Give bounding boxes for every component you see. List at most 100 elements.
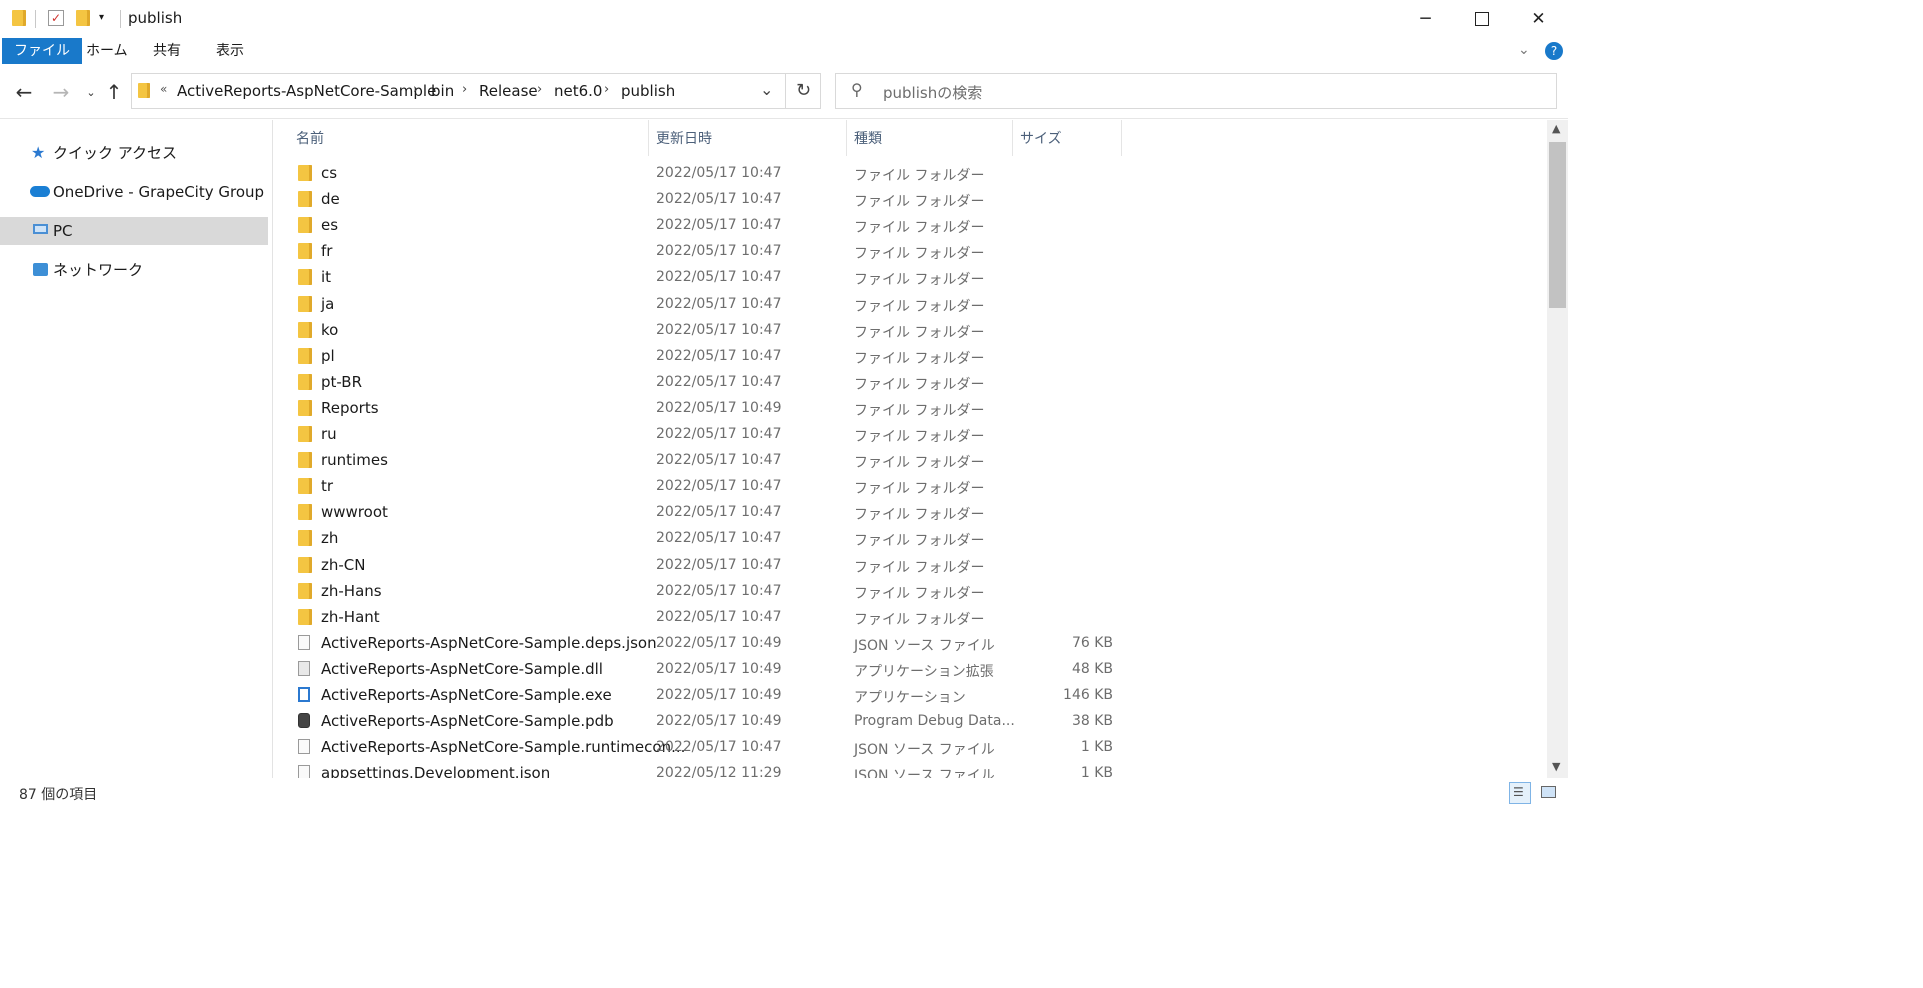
file-date: 2022/05/17 10:47 — [656, 295, 782, 312]
breadcrumb-separator-icon[interactable]: › — [537, 82, 542, 97]
breadcrumb-separator-icon[interactable]: › — [413, 82, 418, 97]
folder-row[interactable]: Reports 2022/05/17 10:49 ファイル フォルダー — [273, 396, 1548, 422]
minimize-button[interactable]: ─ — [1397, 0, 1454, 38]
navigation-bar: ← → ⌄ ↑ « ActiveReports-AspNetCore-Sampl… — [0, 68, 1568, 119]
column-divider[interactable] — [648, 120, 649, 156]
address-bar[interactable]: « ActiveReports-AspNetCore-Sample › bin … — [131, 73, 821, 109]
folder-row[interactable]: ko 2022/05/17 10:47 ファイル フォルダー — [273, 318, 1548, 344]
sidebar-item-network[interactable]: ネットワーク — [0, 256, 268, 284]
help-icon[interactable]: ? — [1545, 42, 1563, 60]
address-dropdown-chevron-icon[interactable]: ⌄ — [760, 80, 773, 99]
breadcrumb-item[interactable]: Release — [479, 82, 538, 100]
scroll-down-arrow-icon[interactable]: ▼ — [1552, 760, 1560, 773]
file-type: ファイル フォルダー — [854, 324, 985, 341]
breadcrumb-overflow[interactable]: « — [160, 82, 167, 96]
folder-row[interactable]: cs 2022/05/17 10:47 ファイル フォルダー — [273, 161, 1548, 187]
tab-share[interactable]: 共有 — [141, 38, 193, 64]
folder-row[interactable]: de 2022/05/17 10:47 ファイル フォルダー — [273, 187, 1548, 213]
file-date: 2022/05/12 11:29 — [656, 765, 782, 778]
folder-row[interactable]: runtimes 2022/05/17 10:47 ファイル フォルダー — [273, 448, 1548, 474]
close-button[interactable]: ✕ — [1510, 0, 1567, 38]
folder-icon — [298, 556, 312, 573]
properties-icon[interactable]: ✓ — [48, 10, 64, 26]
file-row[interactable]: ActiveReports-AspNetCore-Sample.deps.jso… — [273, 631, 1548, 657]
file-name: zh-CN — [321, 555, 366, 574]
folder-row[interactable]: it 2022/05/17 10:47 ファイル フォルダー — [273, 265, 1548, 291]
folder-row[interactable]: zh-CN 2022/05/17 10:47 ファイル フォルダー — [273, 553, 1548, 579]
folder-row[interactable]: fr 2022/05/17 10:47 ファイル フォルダー — [273, 239, 1548, 265]
file-type: ファイル フォルダー — [854, 220, 985, 237]
tab-file[interactable]: ファイル — [2, 38, 82, 64]
column-header-date[interactable]: 更新日時 — [656, 128, 712, 148]
file-row[interactable]: ActiveReports-AspNetCore-Sample.exe 2022/… — [273, 683, 1548, 709]
customize-toolbar-chevron-icon[interactable]: ▾ — [99, 10, 115, 26]
chevron-down-icon: ⌄ — [86, 85, 96, 99]
column-divider[interactable] — [1012, 120, 1013, 156]
breadcrumb-item[interactable]: ActiveReports-AspNetCore-Sample — [177, 82, 436, 100]
file-date: 2022/05/17 10:47 — [656, 217, 782, 234]
breadcrumb-item[interactable]: bin — [431, 82, 454, 100]
file-type: ファイル フォルダー — [854, 507, 985, 524]
sidebar-item-quick-access[interactable]: ★ クイック アクセス — [0, 139, 268, 167]
file-row[interactable]: ActiveReports-AspNetCore-Sample.dll 2022/… — [273, 657, 1548, 683]
large-icons-view-button[interactable] — [1538, 782, 1560, 804]
navigation-pane: ★ クイック アクセス OneDrive - GrapeCity Group P… — [0, 120, 271, 778]
file-size: 1 KB — [1080, 739, 1113, 756]
column-divider[interactable] — [1121, 120, 1122, 156]
breadcrumb-item-current[interactable]: publish — [621, 82, 675, 100]
file-row[interactable]: appsettings.Development.json 2022/05/12 1… — [273, 761, 1548, 778]
scrollbar-thumb[interactable] — [1549, 142, 1566, 308]
maximize-button[interactable] — [1453, 0, 1510, 38]
file-row[interactable]: ActiveReports-AspNetCore-Sample.runtimec… — [273, 735, 1548, 761]
file-name: wwwroot — [321, 503, 388, 522]
folder-row[interactable]: es 2022/05/17 10:47 ファイル フォルダー — [273, 213, 1548, 239]
expand-ribbon-chevron-icon[interactable]: ⌄ — [1518, 42, 1530, 58]
file-name: ActiveReports-AspNetCore-Sample.pdb — [321, 712, 614, 731]
file-name: tr — [321, 477, 334, 496]
back-button[interactable]: ← — [13, 80, 35, 104]
forward-button[interactable]: → — [50, 80, 72, 104]
scroll-up-arrow-icon[interactable]: ▲ — [1552, 122, 1560, 135]
file-name: de — [321, 190, 340, 209]
recent-locations-button[interactable]: ⌄ — [80, 80, 102, 104]
column-divider[interactable] — [846, 120, 847, 156]
divider — [35, 10, 36, 28]
folder-row[interactable]: zh-Hant 2022/05/17 10:47 ファイル フォルダー — [273, 605, 1548, 631]
breadcrumb-item[interactable]: net6.0 — [554, 82, 602, 100]
file-row[interactable]: ActiveReports-AspNetCore-Sample.pdb 2022/… — [273, 709, 1548, 735]
sidebar-item-label: OneDrive - GrapeCity Group — [53, 183, 265, 201]
tab-view[interactable]: 表示 — [204, 38, 256, 64]
vertical-scrollbar[interactable]: ▲ ▼ — [1547, 120, 1568, 778]
file-type: ファイル フォルダー — [854, 559, 985, 576]
folder-row[interactable]: zh-Hans 2022/05/17 10:47 ファイル フォルダー — [273, 579, 1548, 605]
file-date: 2022/05/17 10:47 — [656, 556, 782, 573]
tab-home[interactable]: ホーム — [74, 38, 140, 64]
folder-row[interactable]: wwwroot 2022/05/17 10:47 ファイル フォルダー — [273, 500, 1548, 526]
breadcrumb-separator-icon[interactable]: › — [604, 82, 609, 97]
folder-row[interactable]: ru 2022/05/17 10:47 ファイル フォルダー — [273, 422, 1548, 448]
folder-icon — [12, 10, 28, 26]
new-folder-icon[interactable] — [76, 10, 92, 26]
search-input[interactable]: ⚲ publishの検索 — [835, 73, 1557, 109]
up-button[interactable]: ↑ — [103, 80, 125, 104]
computer-icon — [33, 224, 48, 234]
folder-row[interactable]: tr 2022/05/17 10:47 ファイル フォルダー — [273, 474, 1548, 500]
folder-row[interactable]: pt-BR 2022/05/17 10:47 ファイル フォルダー — [273, 370, 1548, 396]
refresh-icon[interactable]: ↻ — [796, 80, 811, 101]
sidebar-item-onedrive[interactable]: OneDrive - GrapeCity Group — [0, 178, 268, 206]
breadcrumb-separator-icon[interactable]: › — [462, 82, 467, 97]
folder-row[interactable]: ja 2022/05/17 10:47 ファイル フォルダー — [273, 292, 1548, 318]
title-bar: ✓ ▾ publish ─ ✕ — [0, 0, 1568, 38]
column-header-size[interactable]: サイズ — [1020, 128, 1062, 148]
folder-icon — [298, 582, 312, 599]
file-date: 2022/05/17 10:49 — [656, 634, 782, 651]
column-header-name[interactable]: 名前 — [296, 128, 324, 148]
file-date: 2022/05/17 10:47 — [656, 504, 782, 521]
file-date: 2022/05/17 10:47 — [656, 739, 782, 756]
folder-row[interactable]: pl 2022/05/17 10:47 ファイル フォルダー — [273, 344, 1548, 370]
column-header-type[interactable]: 種類 — [854, 128, 882, 148]
sidebar-item-label: ネットワーク — [53, 261, 144, 279]
sidebar-item-pc[interactable]: PC — [0, 217, 268, 245]
details-view-button[interactable]: ☰ — [1509, 782, 1531, 804]
folder-row[interactable]: zh 2022/05/17 10:47 ファイル フォルダー — [273, 526, 1548, 552]
